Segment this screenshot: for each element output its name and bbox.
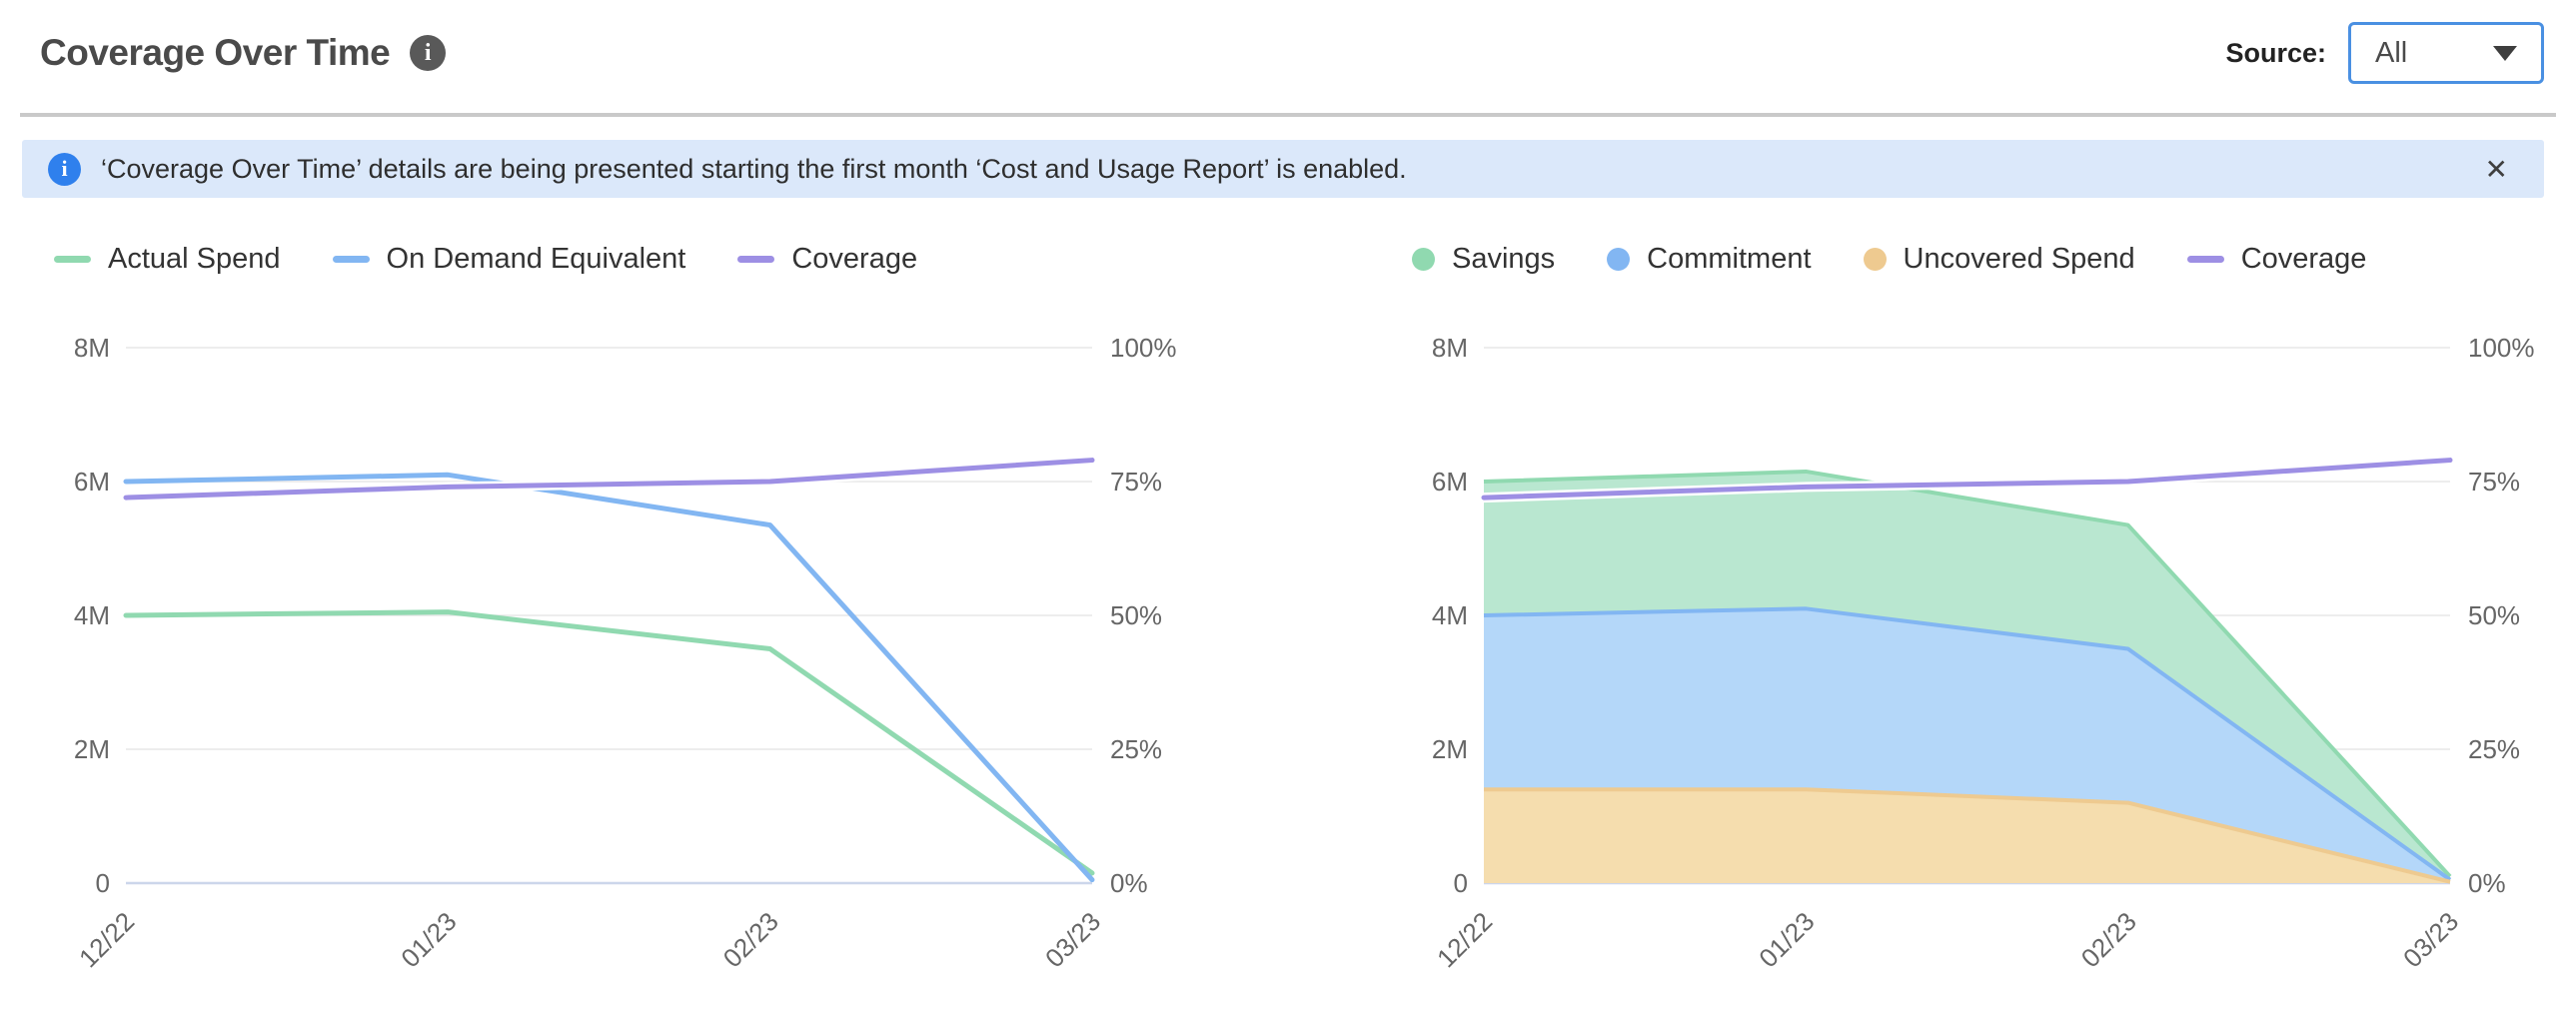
- close-icon[interactable]: ✕: [2475, 149, 2518, 190]
- svg-text:01/23: 01/23: [1753, 906, 1820, 973]
- source-dropdown[interactable]: All: [2348, 22, 2544, 84]
- svg-text:02/23: 02/23: [2075, 906, 2142, 973]
- legend-label: Coverage: [2241, 243, 2367, 276]
- svg-text:2M: 2M: [1432, 734, 1468, 764]
- legend-item-coverage[interactable]: Coverage: [737, 243, 917, 276]
- svg-text:03/23: 03/23: [1039, 906, 1106, 973]
- svg-text:12/22: 12/22: [1431, 906, 1498, 973]
- source-label: Source:: [2225, 38, 2326, 69]
- legend-label: Savings: [1452, 243, 1555, 276]
- svg-text:12/22: 12/22: [73, 906, 140, 973]
- svg-text:25%: 25%: [1110, 734, 1162, 764]
- legend-item-commitment[interactable]: Commitment: [1607, 243, 1811, 276]
- y-axis-right-labels: 100% 75% 50% 25% 0%: [1110, 333, 1177, 898]
- svg-text:0: 0: [96, 868, 110, 898]
- line-actual-spend[interactable]: [126, 612, 1092, 873]
- banner-info-icon: i: [48, 153, 81, 186]
- legend-label: Actual Spend: [108, 243, 281, 276]
- legend-line-marker: [2187, 256, 2224, 263]
- legend-line-marker: [54, 256, 91, 263]
- chevron-down-icon: [2493, 46, 2517, 61]
- svg-text:02/23: 02/23: [717, 906, 784, 973]
- svg-text:0%: 0%: [1110, 868, 1148, 898]
- legend-item-on-demand-equivalent[interactable]: On Demand Equivalent: [333, 243, 686, 276]
- legend-item-uncovered-spend[interactable]: Uncovered Spend: [1864, 243, 2135, 276]
- svg-text:2M: 2M: [74, 734, 110, 764]
- svg-text:25%: 25%: [2468, 734, 2520, 764]
- line-on-demand-equivalent[interactable]: [126, 475, 1092, 879]
- header-divider: [20, 113, 2556, 117]
- source-row: Source: All: [2225, 22, 2544, 84]
- title-row: Coverage Over Time i: [40, 32, 446, 74]
- y-axis-left-labels: 8M 6M 4M 2M 0: [74, 333, 110, 898]
- svg-text:0%: 0%: [2468, 868, 2506, 898]
- svg-text:01/23: 01/23: [395, 906, 462, 973]
- svg-text:8M: 8M: [74, 333, 110, 363]
- svg-text:6M: 6M: [74, 467, 110, 497]
- svg-text:03/23: 03/23: [2397, 906, 2464, 973]
- svg-text:4M: 4M: [1432, 600, 1468, 630]
- svg-text:50%: 50%: [1110, 600, 1162, 630]
- legend-circle-marker: [1864, 248, 1887, 271]
- svg-text:8M: 8M: [1432, 333, 1468, 363]
- legend-item-coverage[interactable]: Coverage: [2187, 243, 2367, 276]
- svg-text:4M: 4M: [74, 600, 110, 630]
- legend-label: Uncovered Spend: [1904, 243, 2135, 276]
- area-chart-plot[interactable]: 8M 6M 4M 2M 0 100% 75% 50% 25% 0% 12/22 01/23 02/23 0…: [1398, 278, 2536, 997]
- svg-text:75%: 75%: [1110, 467, 1162, 497]
- svg-text:50%: 50%: [2468, 600, 2520, 630]
- banner-text: ‘Coverage Over Time’ details are being p…: [101, 154, 2475, 185]
- x-axis-labels: 12/22 01/23 02/23 03/23: [73, 906, 1106, 973]
- svg-text:100%: 100%: [1110, 333, 1177, 363]
- source-dropdown-value: All: [2375, 37, 2407, 70]
- y-axis-left-labels: 8M 6M 4M 2M 0: [1432, 333, 1468, 898]
- legend-circle-marker: [1607, 248, 1630, 271]
- info-banner: i ‘Coverage Over Time’ details are being…: [22, 140, 2544, 198]
- legend-item-savings[interactable]: Savings: [1412, 243, 1555, 276]
- y-axis-right-labels: 100% 75% 50% 25% 0%: [2468, 333, 2535, 898]
- svg-text:6M: 6M: [1432, 467, 1468, 497]
- gridlines: [126, 348, 1092, 749]
- line-chart-plot[interactable]: 8M 6M 4M 2M 0 100% 75% 50% 25% 0% 12/22 01/23 02/23 0…: [40, 278, 1178, 997]
- coverage-line-chart: Actual Spend On Demand Equivalent Covera…: [40, 240, 1178, 997]
- svg-text:100%: 100%: [2468, 333, 2535, 363]
- legend-circle-marker: [1412, 248, 1435, 271]
- legend-label: Coverage: [791, 243, 917, 276]
- info-icon[interactable]: i: [410, 35, 446, 71]
- widget-header: Coverage Over Time i Source: All: [0, 0, 2576, 113]
- legend-label: On Demand Equivalent: [387, 243, 686, 276]
- svg-text:0: 0: [1454, 868, 1468, 898]
- page-title: Coverage Over Time: [40, 32, 390, 74]
- legend-line-marker: [737, 256, 774, 263]
- legend-label: Commitment: [1647, 243, 1811, 276]
- x-axis-labels: 12/22 01/23 02/23 03/23: [1431, 906, 2464, 973]
- line-chart-legend: Actual Spend On Demand Equivalent Covera…: [54, 240, 1178, 278]
- area-chart-legend: Savings Commitment Uncovered Spend Cover…: [1412, 240, 2536, 278]
- legend-line-marker: [333, 256, 370, 263]
- svg-text:75%: 75%: [2468, 467, 2520, 497]
- charts-row: Actual Spend On Demand Equivalent Covera…: [0, 240, 2576, 997]
- coverage-area-chart: Savings Commitment Uncovered Spend Cover…: [1398, 240, 2536, 997]
- legend-item-actual-spend[interactable]: Actual Spend: [54, 243, 281, 276]
